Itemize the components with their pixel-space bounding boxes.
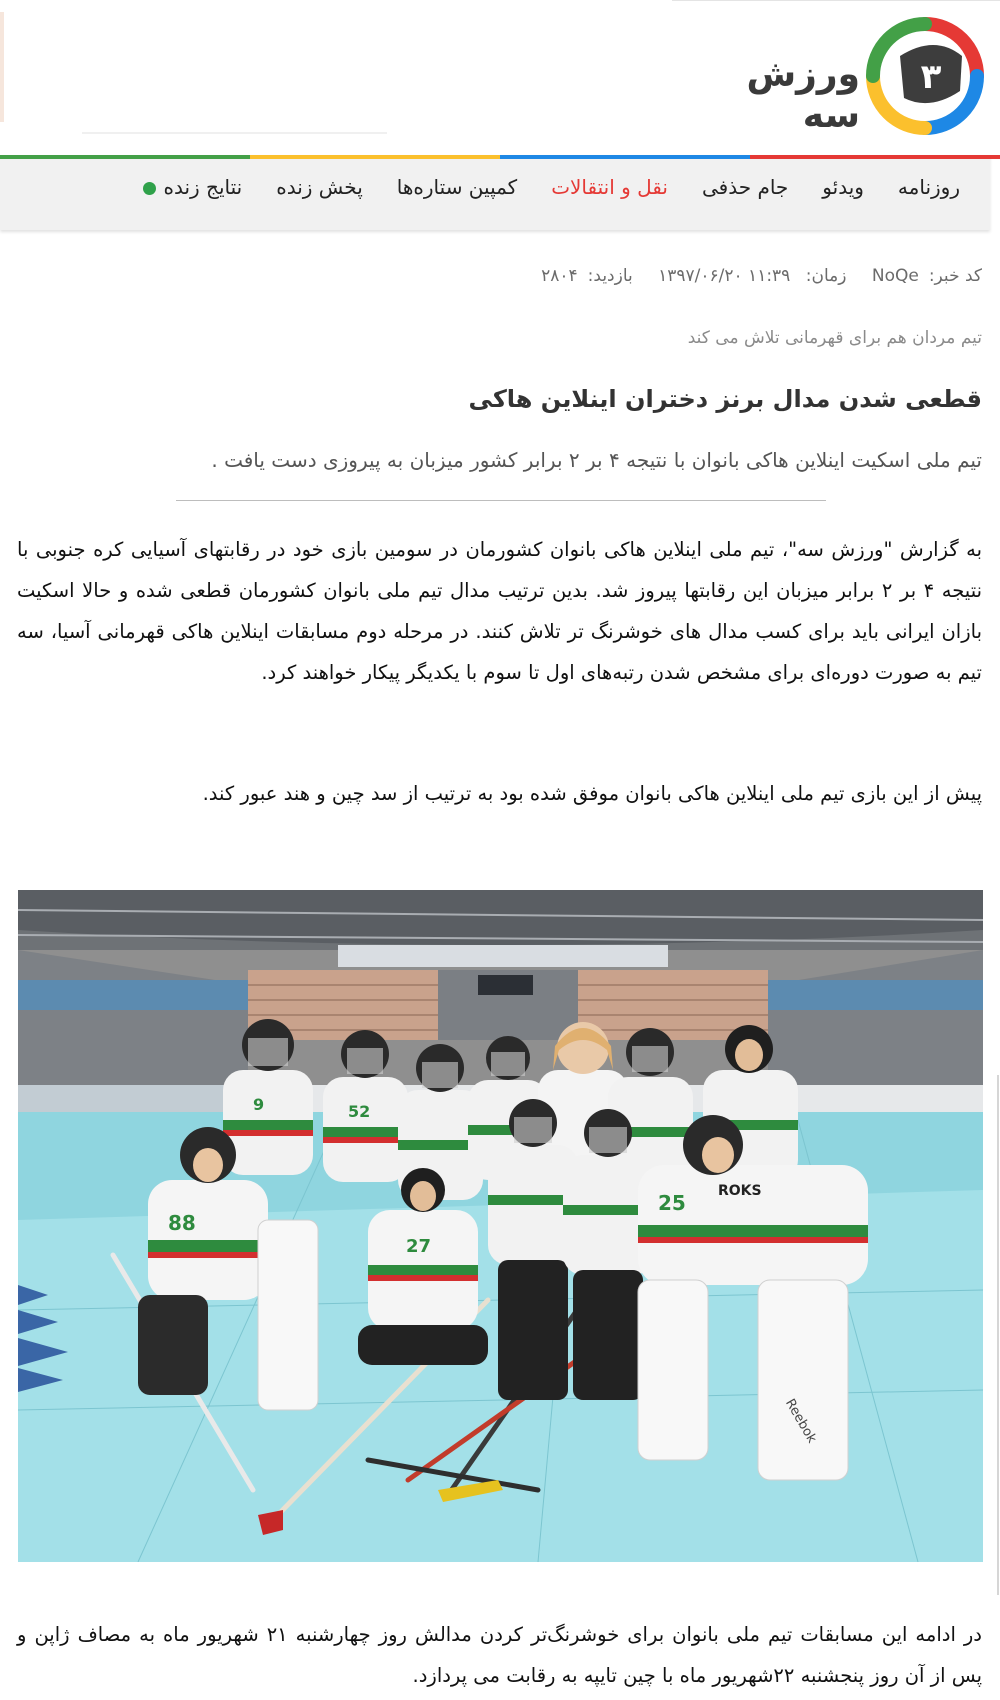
article-meta: کد خبر: NoQe زمان: ۱۳۹۷/۰۶/۲۰ ۱۱:۳۹ بازدی… [521, 266, 982, 286]
visit-count: بازدید: ۲۸۰۴ [531, 266, 633, 286]
nav-item-live-results-label: نتایج زنده [163, 175, 243, 199]
stripe-red [750, 155, 1000, 159]
team-photo-illustration: 9 52 88 27 25 ROKS Reebok [18, 890, 983, 1562]
article-paragraph-3: در ادامه این مسابقات تیم ملی بانوان برای… [17, 1623, 982, 1687]
site-header: ورزش سه ۳ [0, 0, 1000, 155]
nav-item-live-results[interactable]: نتایج زنده [142, 175, 243, 199]
nav-item-star-campaign[interactable]: کمپین ستاره‌ها [397, 175, 517, 199]
header-top-rule [672, 0, 1000, 1]
scroll-edge-rule [997, 1075, 999, 1595]
jersey-number-9: 9 [253, 1095, 264, 1114]
nav-item-video[interactable]: ویدئو [822, 175, 864, 199]
logo-digit: ۳ [921, 57, 942, 97]
jersey-number-27: 27 [406, 1236, 431, 1257]
article-headline: قطعی شدن مدال برنز دختران اینلاین هاکی [468, 385, 982, 413]
stripe-green [0, 155, 250, 159]
logo-wordmark: ورزش سه [746, 54, 861, 136]
article-subtitle: تیم مردان هم برای قهرمانی تلاش می کند [687, 328, 982, 348]
logo-emblem-icon: ۳ [866, 17, 984, 135]
nav-item-newspaper[interactable]: روزنامه [898, 175, 960, 199]
nav-item-hazfi-cup[interactable]: جام حذفی [702, 175, 788, 199]
news-code-label: کد خبر: [928, 266, 982, 286]
lead-divider [176, 500, 826, 501]
article-photo: 9 52 88 27 25 ROKS Reebok [18, 890, 983, 1562]
nav-menu: روزنامه ویدئو جام حذفی نقل و انتقالات کم… [142, 175, 960, 199]
publish-time-value: ۱۳۹۷/۰۶/۲۰ ۱۱:۳۹ [658, 266, 791, 286]
article-paragraph-2: پیش از این بازی تیم ملی اینلاین هاکی بان… [202, 782, 982, 805]
news-code: کد خبر: NoQe [862, 266, 982, 286]
page: ورزش سه ۳ روزنامه ویدئو جام حذفی نقل و ا… [0, 0, 1000, 1700]
jersey-number-25: 25 [658, 1191, 686, 1215]
publish-time: زمان: ۱۳۹۷/۰۶/۲۰ ۱۱:۳۹ [648, 266, 846, 286]
stripe-yellow [250, 155, 500, 159]
nav-item-transfers[interactable]: نقل و انتقالات [551, 175, 668, 199]
visit-count-value: ۲۸۰۴ [541, 266, 578, 286]
site-logo[interactable]: ورزش سه ۳ [720, 16, 990, 136]
article-paragraph-1: به گزارش "ورزش سه"، تیم ملی اینلاین هاکی… [17, 538, 983, 684]
visit-count-label: بازدید: [587, 266, 633, 286]
ad-banner-rule [82, 132, 387, 134]
jersey-number-52: 52 [348, 1102, 370, 1121]
ad-banner-edge [0, 12, 4, 122]
news-code-value: NoQe [871, 266, 919, 286]
nav-color-stripe [0, 155, 1000, 159]
live-dot-icon [142, 182, 156, 195]
nav-item-live-stream[interactable]: پخش زنده [276, 175, 363, 199]
article-lead: تیم ملی اسکیت اینلاین هاکی بانوان با نتی… [211, 448, 982, 472]
stripe-blue [500, 155, 750, 159]
main-navigation: روزنامه ویدئو جام حذفی نقل و انتقالات کم… [0, 155, 1000, 230]
jersey-sponsor-text: ROKS [718, 1183, 762, 1199]
jersey-number-88: 88 [168, 1211, 196, 1235]
publish-time-label: زمان: [805, 266, 847, 286]
